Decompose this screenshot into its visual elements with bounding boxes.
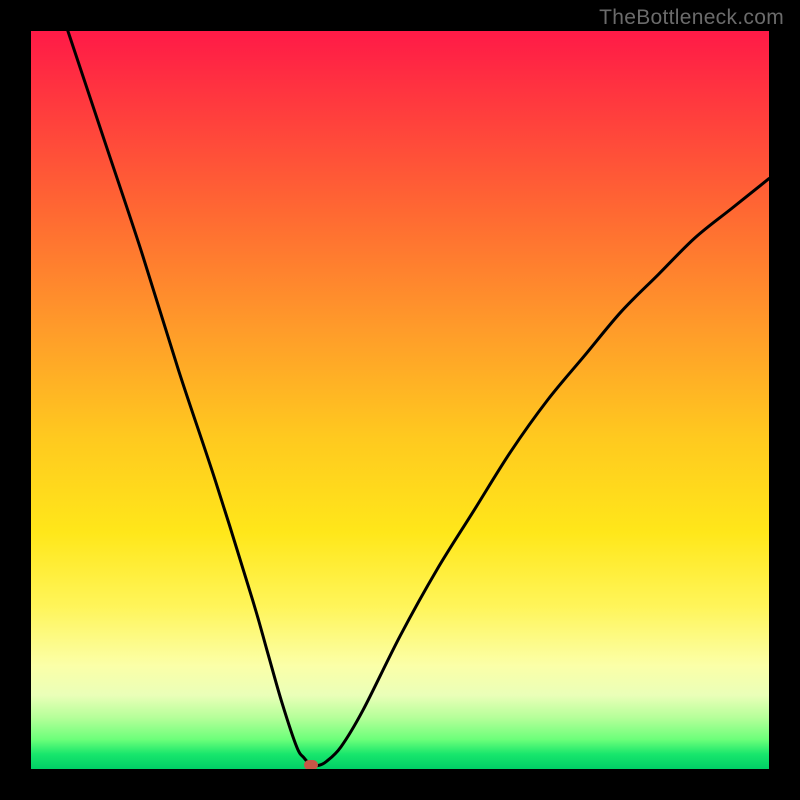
plot-area bbox=[31, 31, 769, 769]
watermark-text: TheBottleneck.com bbox=[599, 6, 784, 30]
optimal-marker bbox=[304, 760, 318, 769]
chart-frame: TheBottleneck.com bbox=[0, 0, 800, 800]
bottleneck-curve bbox=[31, 31, 769, 769]
